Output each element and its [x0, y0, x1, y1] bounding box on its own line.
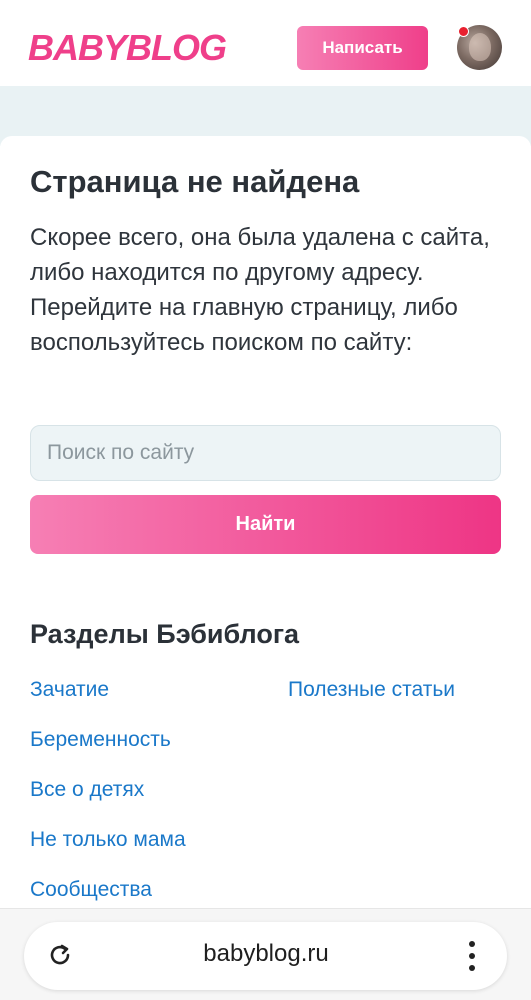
section-link-conception[interactable]: Зачатие: [30, 678, 109, 702]
page-title: Страница не найдена: [30, 164, 360, 199]
find-button[interactable]: Найти: [30, 495, 501, 554]
section-link-useful-articles[interactable]: Полезные статьи: [288, 678, 455, 702]
sections-heading: Разделы Бэбиблога: [30, 619, 300, 649]
section-link-communities[interactable]: Сообщества: [30, 878, 152, 902]
error-description: Скорее всего, она была удалена с сайта, …: [30, 224, 490, 356]
write-button[interactable]: Написать: [297, 26, 428, 70]
section-link-not-only-mom[interactable]: Не только мама: [30, 828, 186, 852]
search-input[interactable]: [30, 425, 501, 481]
more-vert-icon[interactable]: [462, 939, 482, 973]
url-text[interactable]: babyblog.ru: [150, 940, 382, 968]
babyblog-logo[interactable]: BABYBLOG: [28, 28, 243, 68]
section-link-pregnancy[interactable]: Беременность: [30, 728, 171, 752]
reload-icon[interactable]: [46, 941, 74, 969]
section-link-all-about-kids[interactable]: Все о детях: [30, 778, 144, 802]
notification-dot: [458, 26, 469, 37]
svg-text:BABYBLOG: BABYBLOG: [28, 28, 226, 68]
